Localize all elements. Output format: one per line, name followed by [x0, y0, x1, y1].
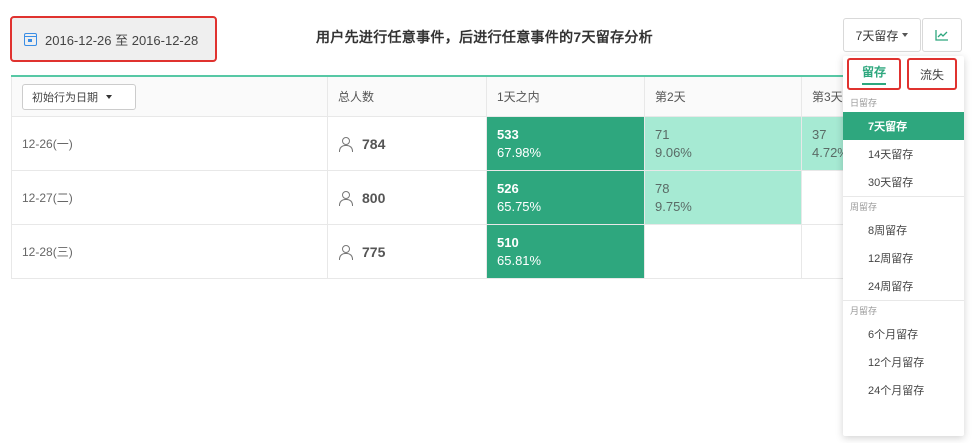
header-cell-date: 初始行为日期: [11, 77, 328, 116]
row-date: 12-26(一): [11, 117, 328, 170]
row-total: 800: [362, 189, 386, 206]
retention-count: 533: [497, 126, 519, 142]
retention-count: 37: [812, 126, 827, 142]
initial-date-select-label: 初始行为日期: [32, 91, 98, 104]
tab-retention-label: 留存: [861, 63, 886, 85]
table-row: 12-26(一) 784 533 67.98% 71 9.06% 37 4.72…: [11, 117, 964, 171]
date-range-picker[interactable]: 2016-12-26 至 2016-12-28: [10, 16, 217, 62]
row-total-cell: 800: [328, 171, 487, 224]
retention-percent: 9.06%: [655, 144, 692, 160]
row-date: 12-27(二): [11, 171, 328, 224]
person-icon: [338, 136, 353, 152]
person-icon: [338, 244, 353, 260]
group-label-weekly: 周留存: [843, 196, 964, 216]
option-24-week[interactable]: 24周留存: [843, 272, 964, 300]
calendar-icon: [24, 32, 37, 46]
retention-cell[interactable]: 78 9.75%: [645, 171, 802, 224]
option-30-day[interactable]: 30天留存: [843, 168, 964, 196]
line-chart-icon: [935, 30, 948, 41]
option-24-month[interactable]: 24个月留存: [843, 376, 964, 404]
retention-count: 526: [497, 180, 519, 196]
row-total: 784: [362, 135, 386, 152]
retention-count: 78: [655, 180, 670, 196]
option-8-week[interactable]: 8周留存: [843, 216, 964, 244]
retention-percent: 9.75%: [655, 198, 692, 214]
retention-type-tabs: 留存 流失: [843, 56, 964, 92]
caret-down-icon: [902, 33, 909, 37]
row-date: 12-28(三): [11, 225, 328, 278]
date-range-label: 2016-12-26 至 2016-12-28: [45, 32, 199, 48]
initial-date-select[interactable]: 初始行为日期: [22, 83, 136, 110]
empty-cell: [645, 225, 802, 278]
retention-percent: 67.98%: [497, 144, 542, 160]
retention-period-select[interactable]: 7天留存: [843, 18, 921, 52]
retention-count: 71: [655, 126, 670, 142]
retention-cell[interactable]: 526 65.75%: [487, 171, 645, 224]
person-icon: [338, 190, 353, 206]
row-total: 775: [362, 243, 386, 260]
group-label-monthly: 月留存: [843, 300, 964, 320]
retention-cell[interactable]: 533 67.98%: [487, 117, 645, 170]
retention-period-dropdown: 留存 流失 日留存 7天留存 14天留存 30天留存 周留存 8周留存 12周留…: [843, 56, 964, 436]
retention-percent: 65.81%: [497, 252, 542, 268]
retention-count: 510: [497, 234, 519, 250]
page-title: 用户先进行任意事件，后进行任意事件的7天留存分析: [316, 29, 653, 45]
table-row: 12-27(二) 800 526 65.75% 78 9.75%: [11, 171, 964, 225]
row-total-cell: 775: [328, 225, 487, 278]
retention-percent: 65.75%: [497, 198, 542, 214]
retention-period-label: 7天留存: [855, 28, 899, 43]
option-12-month[interactable]: 12个月留存: [843, 348, 964, 376]
tab-churn[interactable]: 流失: [907, 58, 957, 90]
header-cell-day2: 第2天: [645, 77, 802, 116]
row-total-cell: 784: [328, 117, 487, 170]
table-header-row: 初始行为日期 总人数 1天之内 第2天 第3天: [11, 77, 964, 117]
group-label-daily: 日留存: [850, 97, 878, 108]
option-12-week[interactable]: 12周留存: [843, 244, 964, 272]
tab-retention[interactable]: 留存: [847, 58, 901, 90]
retention-cell[interactable]: 510 65.81%: [487, 225, 645, 278]
retention-cell[interactable]: 71 9.06%: [645, 117, 802, 170]
tab-churn-label: 流失: [919, 67, 944, 82]
header-cell-total: 总人数: [328, 77, 487, 116]
option-6-month[interactable]: 6个月留存: [843, 320, 964, 348]
retention-table: 初始行为日期 总人数 1天之内 第2天 第3天 12-26(一) 784 533…: [11, 75, 964, 279]
header-cell-day1: 1天之内: [487, 77, 645, 116]
table-row: 12-28(三) 775 510 65.81%: [11, 225, 964, 279]
line-chart-button[interactable]: [922, 18, 962, 52]
caret-down-icon: [106, 94, 112, 99]
option-14-day[interactable]: 14天留存: [843, 140, 964, 168]
option-7-day[interactable]: 7天留存: [843, 112, 964, 140]
